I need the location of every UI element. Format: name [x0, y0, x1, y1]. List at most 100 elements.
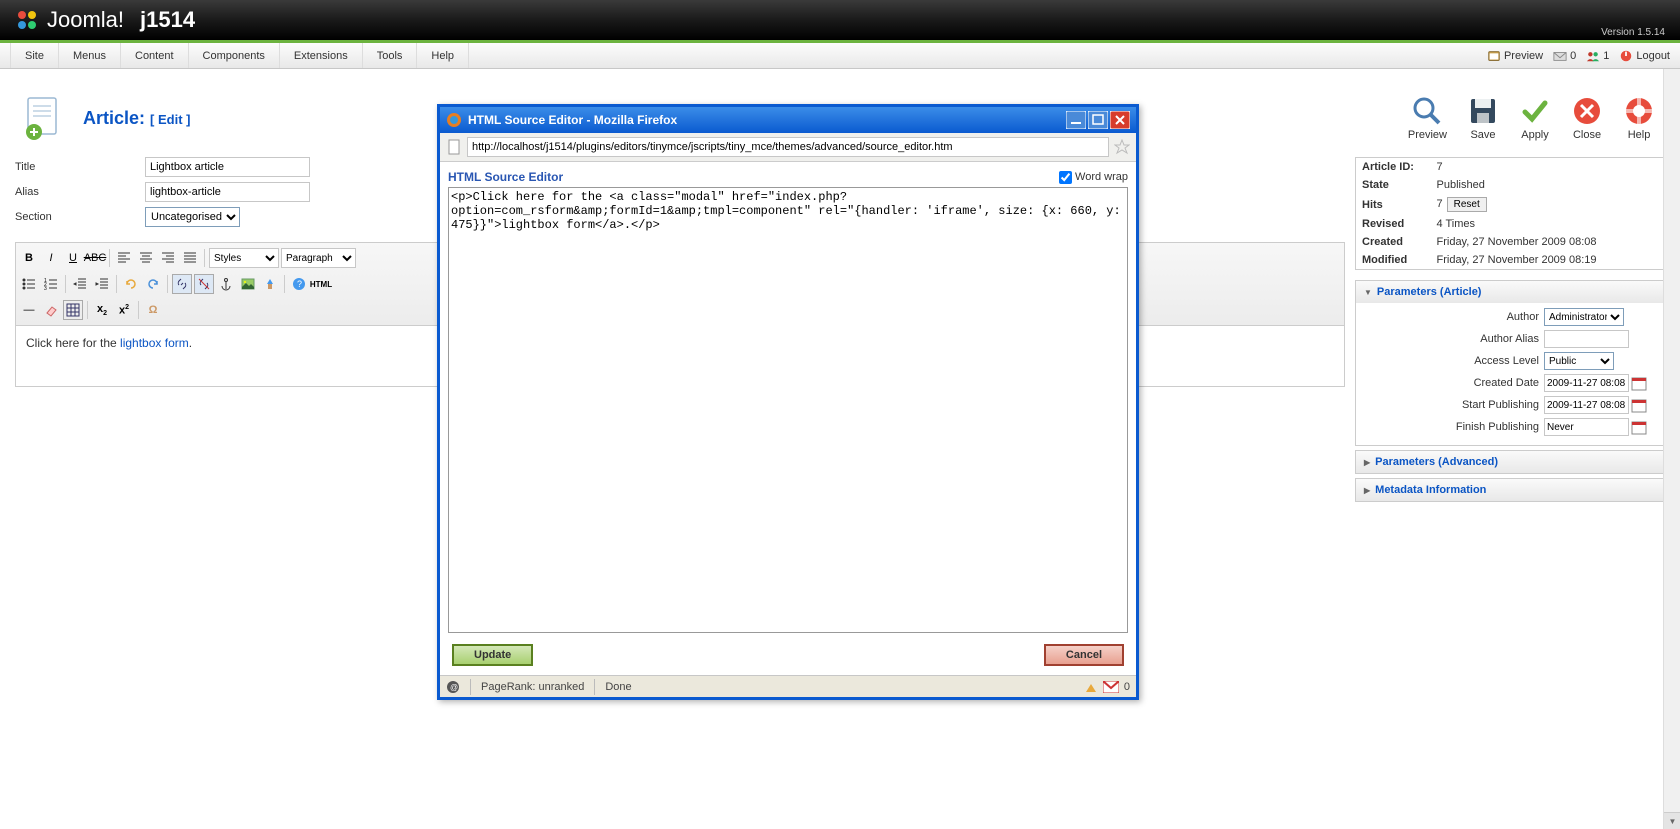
info-revised: 4 Times [1431, 215, 1665, 233]
menu-content[interactable]: Content [121, 43, 189, 68]
calendar-icon[interactable] [1631, 397, 1647, 413]
preview-link[interactable]: Preview [1487, 49, 1543, 63]
anchor-button[interactable] [216, 274, 236, 294]
number-list-button[interactable]: 123 [41, 274, 61, 294]
logout-link[interactable]: Logout [1619, 49, 1670, 63]
panel-metadata: Metadata Information [1355, 478, 1665, 502]
modal-addressbar [440, 133, 1136, 162]
svg-text:3: 3 [44, 286, 47, 291]
minimize-button[interactable] [1066, 111, 1086, 129]
unlink-button[interactable] [194, 274, 214, 294]
reset-hits-button[interactable]: Reset [1447, 197, 1487, 212]
underline-button[interactable]: U [63, 248, 83, 268]
bullet-list-icon [22, 277, 36, 291]
outdent-button[interactable] [70, 274, 90, 294]
menu-help[interactable]: Help [417, 43, 469, 68]
redo-button[interactable] [143, 274, 163, 294]
align-justify-button[interactable] [180, 248, 200, 268]
author-alias-input[interactable] [1544, 330, 1629, 348]
page-title-sub: [ Edit ] [150, 112, 190, 127]
panel-parameters-advanced: Parameters (Advanced) [1355, 450, 1665, 474]
info-modified: Friday, 27 November 2009 08:19 [1431, 251, 1665, 270]
info-label-article-id: Article ID: [1356, 158, 1431, 177]
link-button[interactable] [172, 274, 192, 294]
anchor-icon [219, 277, 233, 291]
strikethrough-button[interactable]: ABC [85, 248, 105, 268]
html-button[interactable]: HTML [311, 274, 331, 294]
cleanup-button[interactable] [260, 274, 280, 294]
calendar-icon[interactable] [1631, 375, 1647, 391]
align-right-button[interactable] [158, 248, 178, 268]
charmap-button[interactable]: Ω [143, 300, 163, 320]
subscript-button[interactable]: x2 [92, 300, 112, 320]
panel-header-advanced[interactable]: Parameters (Advanced) [1356, 451, 1664, 473]
eraser-icon [44, 303, 58, 317]
menu-tools[interactable]: Tools [363, 43, 418, 68]
panel-header-metadata[interactable]: Metadata Information [1356, 479, 1664, 501]
users-count[interactable]: 1 [1586, 49, 1609, 63]
help-button[interactable]: ? [289, 274, 309, 294]
align-left-button[interactable] [114, 248, 134, 268]
html-source-textarea[interactable]: <p>Click here for the <a class="modal" h… [448, 187, 1128, 633]
finish-publishing-input[interactable] [1544, 418, 1629, 436]
scroll-down-icon[interactable]: ▼ [1664, 812, 1680, 829]
menu-components[interactable]: Components [189, 43, 280, 68]
menu-site[interactable]: Site [10, 43, 59, 68]
close-button[interactable] [1110, 111, 1130, 129]
info-label-revised: Revised [1356, 215, 1431, 233]
align-justify-icon [183, 251, 197, 265]
superscript-button[interactable]: x2 [114, 300, 134, 320]
redo-icon [146, 277, 160, 291]
bullet-list-button[interactable] [19, 274, 39, 294]
seo-icon[interactable] [1084, 680, 1098, 694]
toolbar-apply-button[interactable]: Apply [1519, 95, 1551, 141]
modal-statusbar: @ PageRank: unranked Done 0 [440, 675, 1136, 697]
menu-extensions[interactable]: Extensions [280, 43, 363, 68]
toolbar-save-button[interactable]: Save [1467, 95, 1499, 141]
format-select[interactable]: Paragraph [281, 248, 356, 268]
author-label: Author [1361, 311, 1544, 323]
update-button[interactable]: Update [452, 644, 533, 666]
editor-lightbox-link[interactable]: lightbox form [120, 336, 189, 350]
bookmark-star-icon[interactable] [1114, 139, 1130, 155]
access-level-select[interactable]: Public [1544, 352, 1614, 370]
cancel-icon [1571, 95, 1603, 127]
page-scrollbar[interactable]: ▲ ▼ [1663, 0, 1680, 829]
indent-button[interactable] [92, 274, 112, 294]
toolbar-close-button[interactable]: Close [1571, 95, 1603, 141]
maximize-button[interactable] [1088, 111, 1108, 129]
undo-button[interactable] [121, 274, 141, 294]
created-date-input[interactable] [1544, 374, 1629, 392]
title-input[interactable] [145, 157, 310, 177]
url-input[interactable] [467, 137, 1109, 157]
hr-button[interactable]: — [19, 300, 39, 320]
messages-count[interactable]: 0 [1553, 49, 1576, 63]
image-button[interactable] [238, 274, 258, 294]
styles-select[interactable]: Styles [209, 248, 279, 268]
removeformat-button[interactable] [41, 300, 61, 320]
align-right-icon [161, 251, 175, 265]
toolbar-help-button[interactable]: Help [1623, 95, 1655, 141]
italic-button[interactable]: I [41, 248, 61, 268]
chevron-down-icon [1364, 286, 1372, 298]
modal-titlebar[interactable]: HTML Source Editor - Mozilla Firefox [440, 107, 1136, 133]
cancel-button[interactable]: Cancel [1044, 644, 1124, 666]
bold-button[interactable]: B [19, 248, 39, 268]
article-edit-icon [20, 94, 68, 142]
alias-input[interactable] [145, 182, 310, 202]
author-select[interactable]: Administrator [1544, 308, 1624, 326]
svg-text:@: @ [450, 683, 458, 692]
toolbar-preview-button[interactable]: Preview [1408, 95, 1447, 141]
wordwrap-checkbox[interactable] [1059, 171, 1072, 184]
app-header: Joomla! j1514 Version 1.5.14 [0, 0, 1680, 43]
menu-menus[interactable]: Menus [59, 43, 121, 68]
table-button[interactable] [63, 300, 83, 320]
start-publishing-input[interactable] [1544, 396, 1629, 414]
calendar-icon[interactable] [1631, 419, 1647, 435]
gmail-icon[interactable] [1103, 681, 1119, 693]
panel-header-article[interactable]: Parameters (Article) [1356, 281, 1664, 303]
section-select[interactable]: Uncategorised [145, 207, 240, 227]
align-center-button[interactable] [136, 248, 156, 268]
panel-title-article: Parameters (Article) [1377, 286, 1482, 298]
title-label: Title [15, 161, 145, 173]
